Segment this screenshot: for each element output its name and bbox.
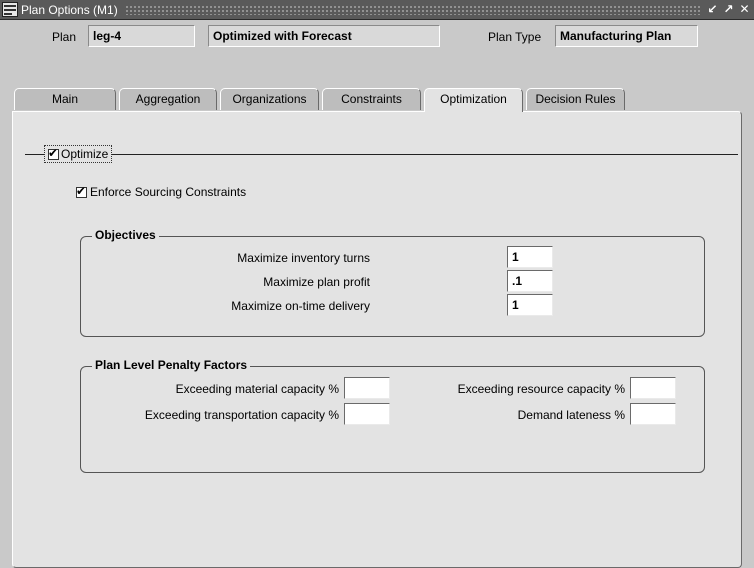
on-time-delivery-label: Maximize on-time delivery	[231, 299, 370, 313]
check-icon: ✔	[48, 146, 59, 160]
enforce-sourcing-checkbox[interactable]: ✔	[76, 184, 87, 198]
resource-capacity-label: Exceeding resource capacity %	[457, 382, 625, 396]
plan-type-field[interactable]: Manufacturing Plan	[555, 25, 698, 47]
tab-optimization[interactable]: Optimization	[424, 88, 523, 112]
tab-main[interactable]: Main	[14, 88, 116, 110]
plan-description-field[interactable]: Optimized with Forecast	[208, 25, 440, 47]
enforce-sourcing-label: Enforce Sourcing Constraints	[90, 185, 247, 199]
plan-field[interactable]: leg-4	[88, 25, 195, 47]
plan-profit-label: Maximize plan profit	[263, 275, 370, 289]
optimize-label: Optimize	[61, 147, 109, 161]
tab-aggregation[interactable]: Aggregation	[119, 88, 217, 110]
window-content: Plan leg-4 Optimized with Forecast Plan …	[0, 20, 754, 568]
material-capacity-label: Exceeding material capacity %	[175, 382, 339, 396]
tab-constraints[interactable]: Constraints	[322, 88, 421, 110]
titlebar-grip	[125, 5, 700, 15]
resource-capacity-input[interactable]	[630, 377, 676, 399]
plan-profit-input[interactable]: .1	[507, 270, 553, 292]
objectives-title: Objectives	[92, 228, 159, 242]
optimize-divider-right	[112, 154, 738, 155]
app-icon	[2, 2, 18, 17]
on-time-delivery-input[interactable]: 1	[507, 294, 553, 316]
tab-organizations[interactable]: Organizations	[220, 88, 319, 110]
optimize-checkbox-group[interactable]: ✔ Optimize	[44, 145, 112, 163]
transportation-capacity-label: Exceeding transportation capacity %	[144, 408, 339, 422]
plan-label: Plan	[52, 30, 77, 44]
plan-type-label: Plan Type	[488, 30, 542, 44]
window-title: Plan Options (M1)	[21, 3, 118, 17]
penalty-factors-title: Plan Level Penalty Factors	[92, 358, 251, 372]
demand-lateness-label: Demand lateness %	[517, 408, 625, 422]
tab-decision-rules[interactable]: Decision Rules	[526, 88, 625, 110]
demand-lateness-input[interactable]	[630, 403, 676, 425]
inventory-turns-input[interactable]: 1	[507, 246, 553, 268]
material-capacity-input[interactable]	[344, 377, 390, 399]
optimization-panel: ✔ Optimize ✔ Enforce Sourcing Constraint…	[12, 111, 742, 568]
maximize-icon[interactable]: ↗	[721, 2, 736, 17]
window-titlebar[interactable]: Plan Options (M1) ↙ ↗ ✕	[0, 0, 754, 20]
inventory-turns-label: Maximize inventory turns	[237, 251, 370, 265]
optimize-checkbox[interactable]: ✔	[48, 146, 59, 160]
minimize-icon[interactable]: ↙	[705, 2, 720, 17]
close-icon[interactable]: ✕	[737, 2, 752, 17]
check-icon: ✔	[76, 184, 87, 198]
transportation-capacity-input[interactable]	[344, 403, 390, 425]
